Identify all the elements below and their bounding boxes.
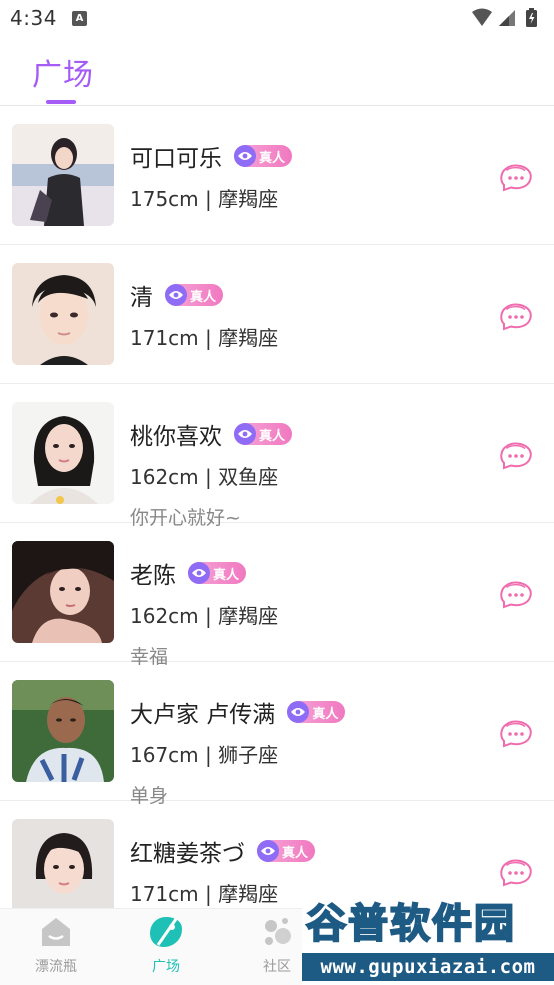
status-bar: 4:34 A xyxy=(0,0,554,36)
chat-icon[interactable] xyxy=(498,158,534,194)
tab-plaza[interactable]: 广场 xyxy=(116,915,216,976)
notification-icon: A xyxy=(72,11,87,26)
user-name: 桃你喜欢 xyxy=(130,424,222,450)
chat-icon[interactable] xyxy=(498,853,534,889)
verified-badge: 真人 xyxy=(257,840,316,862)
verified-label: 真人 xyxy=(282,845,309,861)
bottle-icon xyxy=(42,918,70,946)
verified-badge: 真人 xyxy=(165,284,224,306)
watermark-title: 谷普软件园 xyxy=(305,900,516,948)
eye-icon xyxy=(188,562,210,584)
chat-icon[interactable] xyxy=(498,714,534,750)
eye-icon xyxy=(234,145,256,167)
user-info: 171cm | 摩羯座 xyxy=(130,326,279,350)
system-status-icons xyxy=(470,7,546,29)
avatar[interactable] xyxy=(12,124,114,226)
user-name: 老陈 xyxy=(130,563,176,589)
user-info: 162cm | 双鱼座 xyxy=(130,465,279,489)
user-name: 可口可乐 xyxy=(130,146,222,172)
user-info: 175cm | 摩羯座 xyxy=(130,187,279,211)
avatar[interactable] xyxy=(12,680,114,782)
watermark-url: www.gupuxiazai.com xyxy=(302,953,554,981)
list-item[interactable]: 清 真人 171cm | 摩羯座 xyxy=(0,245,554,384)
verified-label: 真人 xyxy=(259,150,286,166)
user-list[interactable]: 可口可乐 真人 175cm | 摩羯座 清 真人 171cm | 摩羯座 桃你喜… xyxy=(0,106,554,908)
user-name: 红糖姜茶づ xyxy=(130,841,245,867)
eye-icon xyxy=(257,840,279,862)
verified-badge: 真人 xyxy=(188,562,247,584)
battery-icon xyxy=(526,8,537,27)
list-item[interactable]: 桃你喜欢 真人 162cm | 双鱼座 你开心就好~ xyxy=(0,384,554,529)
plaza-icon xyxy=(150,917,182,947)
avatar[interactable] xyxy=(12,819,114,908)
tab-label: 漂流瓶 xyxy=(35,959,77,975)
chat-icon[interactable] xyxy=(498,436,534,472)
list-item[interactable]: 红糖姜茶づ 真人 171cm | 摩羯座 xyxy=(0,801,554,908)
eye-icon xyxy=(234,423,256,445)
list-item[interactable]: 老陈 真人 162cm | 摩羯座 幸福 xyxy=(0,523,554,668)
verified-label: 真人 xyxy=(259,428,286,444)
user-name: 清 xyxy=(130,285,153,311)
verified-badge: 真人 xyxy=(234,423,293,445)
avatar[interactable] xyxy=(12,263,114,365)
eye-icon xyxy=(287,701,310,723)
signal-icon xyxy=(499,10,515,26)
verified-badge: 真人 xyxy=(287,701,346,723)
eye-icon xyxy=(165,284,187,306)
status-time: 4:34 xyxy=(10,6,57,30)
tab-indicator xyxy=(46,100,76,104)
avatar[interactable] xyxy=(12,402,114,504)
verified-label: 真人 xyxy=(190,289,217,305)
user-name: 大卢家 卢传满 xyxy=(130,702,276,728)
chat-icon[interactable] xyxy=(498,297,534,333)
tab-bottle[interactable]: 漂流瓶 xyxy=(6,915,106,976)
page-header: 广场 xyxy=(0,36,554,106)
user-info: 171cm | 摩羯座 xyxy=(130,882,279,906)
verified-label: 真人 xyxy=(312,706,339,722)
community-icon xyxy=(265,918,291,945)
avatar[interactable] xyxy=(12,541,114,643)
user-info: 162cm | 摩羯座 xyxy=(130,604,279,628)
verified-label: 真人 xyxy=(213,567,240,583)
verified-badge: 真人 xyxy=(234,145,293,167)
chat-icon[interactable] xyxy=(498,575,534,611)
watermark: 谷普软件园 www.gupuxiazai.com xyxy=(302,897,554,985)
user-info: 167cm | 狮子座 xyxy=(130,743,279,767)
tab-label: 广场 xyxy=(152,959,180,975)
wifi-icon xyxy=(472,8,492,26)
list-item[interactable]: 可口可乐 真人 175cm | 摩羯座 xyxy=(0,106,554,245)
tab-plaza-title[interactable]: 广场 xyxy=(32,50,94,94)
list-item[interactable]: 大卢家 卢传满 真人 167cm | 狮子座 单身 xyxy=(0,662,554,807)
